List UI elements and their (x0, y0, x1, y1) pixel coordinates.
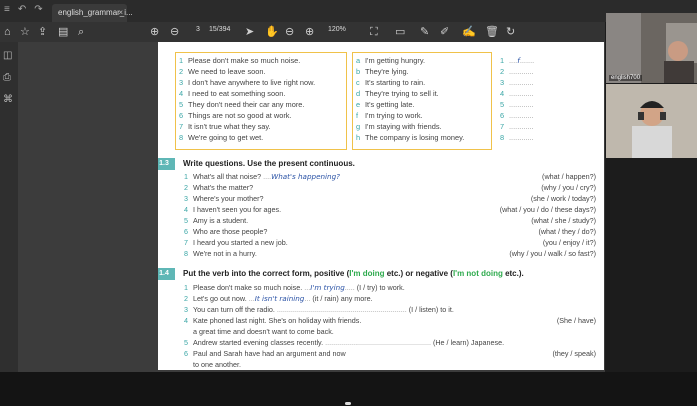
answer-line[interactable]: 5............ (500, 99, 534, 110)
sign-icon[interactable]: ✍ (462, 25, 476, 39)
list-item: g I'm staying with friends. (356, 122, 442, 131)
answer-line[interactable]: 2............ (500, 66, 534, 77)
answer-line[interactable]: 8............ (500, 132, 534, 143)
zoom-out-icon[interactable]: ⊖ (285, 25, 294, 39)
matching-answers: 1 ....f....... 2............ 3...........… (500, 55, 534, 143)
list-item: 8 We're going to get wet. (179, 133, 264, 142)
fit-page-icon[interactable]: ⛶ (370, 25, 378, 39)
rotate-icon[interactable]: ↻ (506, 25, 515, 39)
list-item: a I'm getting hungry. (356, 56, 426, 65)
attachment-icon[interactable]: ⌘ (3, 94, 13, 105)
list-item: 6 Things are not so good at work. (179, 111, 292, 120)
participant-1-feed-icon (606, 13, 697, 83)
pages-icon[interactable]: ◫ (3, 50, 12, 61)
pdf-toolbar: ⌂ ☆ ⇪ ▤ ⌕ ⊕ ⊖ 3 15/394 ➤ ✋ ⊖ ⊕ 120% ⛶ ▭ … (0, 22, 605, 42)
comment-icon[interactable]: ▭ (395, 25, 405, 39)
hand-icon[interactable]: ✋ (265, 25, 279, 39)
answer-line[interactable]: 7............ (500, 121, 534, 132)
prev-page-icon[interactable]: ⊕ (150, 25, 159, 39)
question-row[interactable]: 2 What's the matter? (why / you / cry?) (184, 183, 600, 192)
next-page-icon[interactable]: ⊖ (170, 25, 179, 39)
left-sidebar: ◫ ⎙ ⌘ (0, 42, 18, 372)
video-participant-2[interactable] (606, 84, 697, 158)
video-participant-1[interactable]: english700 (606, 13, 697, 83)
list-item: f I'm trying to work. (356, 111, 423, 120)
question-row[interactable]: 7I heard you started a new job. (you / en… (184, 238, 600, 247)
question-row[interactable]: 2 Let's go out now. ...It isn't raining..… (184, 294, 600, 303)
question-row[interactable]: 1 Please don't make so much noise. ...I'm… (184, 283, 600, 292)
tab-close-icon[interactable]: × (118, 4, 123, 22)
question-row[interactable]: 5 Amy is a student. (what / she / study?) (184, 216, 600, 225)
list-item: 2 We need to leave soon. (179, 67, 266, 76)
title-bar: ≡ ↶ ↷ english_grammar_i... × (0, 0, 697, 22)
list-item: b They're lying. (356, 67, 409, 76)
matching-left-list: 1 Please don't make so much noise. 2 We ne… (179, 55, 315, 143)
list-item: 7 It isn't true what they say. (179, 122, 271, 131)
select-cursor-icon[interactable]: ➤ (245, 25, 254, 39)
bookmark-icon[interactable]: ⎙ (3, 72, 11, 83)
list-item: 4I need to eat something soon. (179, 89, 286, 98)
page-number-input[interactable]: 3 (196, 26, 200, 33)
exercise-label: 1.4 (158, 268, 175, 280)
question-row[interactable]: 8 We're not in a hurry. (why / you / walk … (184, 249, 600, 258)
question-row-continued: to one another. (193, 360, 241, 369)
question-row[interactable]: 6 Who are those people? (what / they / do?… (184, 227, 600, 236)
participant-2-feed-icon (606, 84, 697, 158)
list-item: c It's starting to rain. (356, 78, 426, 87)
scroll-indicator[interactable] (345, 402, 351, 405)
participant-name: english700 (609, 75, 643, 81)
question-row[interactable]: 5 Andrew started evening classes recently… (184, 338, 600, 347)
question-row[interactable]: 1 What's all that noise? ....What's happe… (184, 172, 600, 181)
zoom-search-icon[interactable]: ⌕ (78, 25, 84, 39)
list-item: h The company is losing money. (356, 133, 465, 142)
upload-icon[interactable]: ⇪ (38, 25, 47, 39)
zoom-level[interactable]: 120% (328, 26, 346, 33)
print-icon[interactable]: ▤ (58, 25, 68, 39)
page-total: 15/394 (209, 26, 231, 33)
exercise-title: Write questions. Use the present continu… (183, 159, 355, 168)
answer-line[interactable]: 4............ (500, 88, 534, 99)
question-row-continued: a great time and doesn't want to come ba… (193, 327, 334, 336)
question-row[interactable]: 3 Where's your mother? (she / work / today… (184, 194, 600, 203)
highlight-icon[interactable]: ✐ (440, 25, 449, 39)
list-item: d They're trying to sell it. (356, 89, 439, 98)
question-row[interactable]: 3 You can turn off the radio. ...........… (184, 305, 600, 314)
back-icon[interactable]: ↶ (18, 4, 26, 15)
list-item: e It's getting late. (356, 100, 415, 109)
window-controls: ≡ ↶ ↷ (4, 4, 43, 15)
list-item: 5 They don't need their car any more. (179, 100, 305, 109)
menu-icon[interactable]: ≡ (4, 4, 10, 15)
forward-icon[interactable]: ↷ (34, 4, 42, 15)
list-item: 1 Please don't make so much noise. (179, 56, 301, 65)
document-tab[interactable]: english_grammar_i... × (52, 4, 133, 22)
question-row[interactable]: 4I haven't seen you for ages. (what / you… (184, 205, 600, 214)
question-row[interactable]: 4 Kate phoned last night. She's on holida… (184, 316, 600, 325)
bookmark-star-icon[interactable]: ☆ (20, 25, 30, 39)
matching-right-list: a I'm getting hungry. b They're lying. c It… (356, 55, 464, 143)
pdf-page[interactable]: 1 Please don't make so much noise. 2 We ne… (158, 42, 604, 370)
answer-line[interactable]: 1 ....f....... (500, 55, 534, 66)
question-row[interactable]: 6 Paul and Sarah have had an argument and… (184, 349, 600, 358)
taskbar (0, 372, 697, 406)
pen-icon[interactable]: ✎ (420, 25, 429, 39)
delete-icon[interactable]: 🗑 (485, 25, 499, 39)
answer-line[interactable]: 6............ (500, 110, 534, 121)
exercise-title: Put the verb into the correct form, posi… (183, 269, 524, 278)
list-item: 3I don't have anywhere to live right now… (179, 78, 316, 87)
exercise-label: 1.3 (158, 158, 175, 170)
home-icon[interactable]: ⌂ (4, 25, 11, 39)
answer-line[interactable]: 3............ (500, 77, 534, 88)
zoom-in-icon[interactable]: ⊕ (305, 25, 314, 39)
